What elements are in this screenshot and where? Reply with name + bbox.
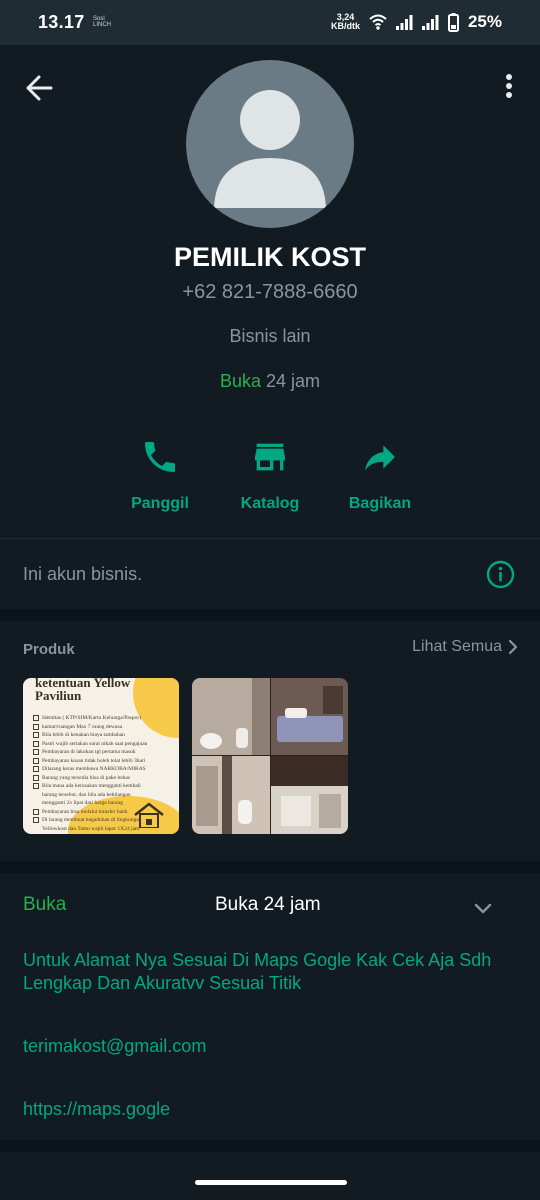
doc-rule-text: mengganti 2x lipat dari harga barang	[42, 800, 123, 807]
business-category: Bisnis lain	[229, 326, 311, 346]
back-button[interactable]	[22, 71, 56, 105]
status-bar: 13.17 Sosl LINCH 3,24 KB/dtk 25%	[0, 0, 540, 45]
status-indicators: 3,24 KB/dtk 25%	[331, 10, 502, 34]
checkbox-icon	[33, 757, 39, 764]
network-speed: 3,24 KB/dtk	[331, 13, 360, 31]
doc-rule: Identitas ( KTP/SIM/Kartu Keluarga/Paspo…	[33, 714, 173, 723]
doc-rule-text: Yellowkost dan Tamu wajib lapor 1X24 jam	[42, 825, 140, 832]
doc-rule: barang tersebut, dan bila ada kehilangan	[33, 791, 173, 800]
business-website-link[interactable]: https://maps.gogle	[23, 1099, 170, 1120]
store-icon	[255, 443, 285, 471]
doc-rule-text: Bila mana ada kerusakan mengganti kembal…	[42, 783, 141, 790]
chevron-down-icon[interactable]	[472, 897, 494, 919]
doc-rule-text: Pembayaran kosan tidak boleh telat lebih…	[42, 757, 146, 764]
photo-bedroom	[271, 678, 348, 755]
checkbox-icon	[33, 749, 39, 756]
contact-name: PEMILIK KOST	[173, 242, 366, 272]
checkbox-icon	[33, 774, 39, 781]
doc-rule: Dilarang keras membawa NARKOBA/MIRAS	[33, 765, 173, 774]
next-section-edge	[0, 1152, 540, 1200]
more-vertical-icon	[506, 74, 512, 98]
business-email-link[interactable]: terimakost@gmail.com	[23, 1036, 206, 1057]
products-title: Produk	[23, 641, 75, 658]
network-speed-unit: KB/dtk	[330, 21, 360, 31]
phone-icon	[145, 442, 175, 472]
business-address[interactable]: Untuk Alamat Nya Sesuai Di Maps Gogle Ka…	[23, 949, 518, 995]
checkbox-icon	[33, 740, 39, 747]
call-button[interactable]: Panggil	[105, 437, 215, 517]
share-button-label: Bagikan	[348, 495, 412, 512]
doc-rule-text: kamar/ruangan Max 7 orang dewasa	[42, 723, 123, 730]
default-avatar-icon	[214, 90, 326, 208]
doc-rule: Bila lebih di kenakan biaya tambahan	[33, 731, 173, 740]
more-options-button[interactable]	[498, 71, 520, 103]
arrow-left-icon	[26, 75, 53, 101]
business-account-row[interactable]: Ini akun bisnis.	[0, 539, 540, 609]
doc-rule: Pembayaran di lakukan tgl pertama masuk	[33, 748, 173, 757]
photo-bathroom	[192, 678, 270, 755]
business-account-text: Ini akun bisnis.	[23, 564, 143, 584]
doc-title: ketentuan Yellow Paviliun	[35, 678, 130, 702]
hours-status: Buka	[219, 371, 261, 391]
checkbox-icon	[33, 766, 39, 773]
contact-phone[interactable]: +62 821-7888-6660	[0, 281, 540, 304]
share-button[interactable]: Bagikan	[325, 437, 435, 517]
catalog-button-label: Katalog	[240, 495, 300, 512]
profile-avatar[interactable]	[186, 60, 354, 228]
doc-rule-text: Dilarang keras membawa NARKOBA/MIRAS	[42, 766, 146, 773]
business-hours[interactable]: Buka 24 jam	[215, 894, 321, 916]
chevron-right-icon	[508, 639, 518, 655]
battery-icon	[447, 12, 459, 32]
business-details-section: Buka Buka 24 jam Untuk Alamat Nya Sesuai…	[0, 873, 540, 1140]
status-mini-text: Sosl LINCH	[93, 16, 112, 28]
doc-rule-text: Bila lebih di kenakan biaya tambahan	[42, 732, 125, 739]
business-hours-summary: Buka 24 jam	[0, 371, 540, 392]
doc-rule: kamar/ruangan Max 7 orang dewasa	[33, 723, 173, 732]
doc-rule: Pastri wajib sertakan surat nikah saat p…	[33, 740, 173, 749]
info-icon[interactable]	[486, 560, 515, 589]
wifi-icon	[369, 14, 387, 30]
product-thumbnail-rules[interactable]: ketentuan Yellow Paviliun Identitas ( KT…	[23, 678, 179, 834]
doc-rule-text: Di larang membuat kegaduhan di lingkunga…	[42, 817, 142, 824]
doc-title-line: Paviliun	[35, 688, 82, 703]
doc-rule-text: Identitas ( KTP/SIM/Kartu Keluarga/Paspo…	[42, 715, 142, 722]
open-status-label: Buka	[23, 894, 67, 915]
checkbox-icon	[33, 817, 39, 824]
see-all-link[interactable]: Lihat Semua	[412, 638, 518, 656]
checkbox-icon	[33, 808, 39, 815]
battery-percentage: 25%	[467, 12, 502, 31]
hours-detail: 24 jam	[266, 371, 321, 391]
doc-rule: Pembayaran kosan tidak boleh telat lebih…	[33, 757, 173, 766]
photo-toilet	[192, 756, 270, 834]
doc-rule: Barang yang tersedia bisa di pake bebas	[33, 774, 173, 783]
doc-rule: Bila mana ada kerusakan mengganti kembal…	[33, 782, 173, 791]
checkbox-icon	[33, 783, 39, 790]
signal-icon-sim1	[395, 14, 413, 30]
checkbox-icon	[33, 732, 39, 739]
checkbox-icon	[33, 723, 39, 730]
photo-kitchen	[271, 756, 348, 834]
call-button-label: Panggil	[131, 495, 189, 512]
doc-rule-text: Pembayaran di lakukan tgl pertama masuk	[42, 749, 136, 756]
products-section: Produk Lihat Semua ketentuan Yellow Pavi…	[0, 621, 540, 861]
catalog-button[interactable]: Katalog	[215, 437, 325, 517]
house-icon	[134, 802, 164, 828]
product-thumbnail-rooms[interactable]	[192, 678, 348, 834]
doc-rule-text: Pastri wajib sertakan surat nikah saat p…	[42, 740, 148, 747]
home-indicator[interactable]	[195, 1180, 347, 1185]
share-icon	[365, 445, 395, 471]
status-time: 13.17	[38, 12, 85, 32]
see-all-label: Lihat Semua	[412, 638, 502, 655]
profile-header: PEMILIK KOST +62 821-7888-6660 Bisnis la…	[0, 45, 540, 538]
signal-icon-sim2	[421, 14, 439, 30]
checkbox-icon	[33, 715, 39, 722]
doc-rule-text: Barang yang tersedia bisa di pake bebas	[42, 774, 130, 781]
doc-rule-text: Pembayaran bisa melalui transfer bank	[42, 808, 128, 815]
doc-rule-text: barang tersebut, dan bila ada kehilangan	[42, 791, 131, 798]
